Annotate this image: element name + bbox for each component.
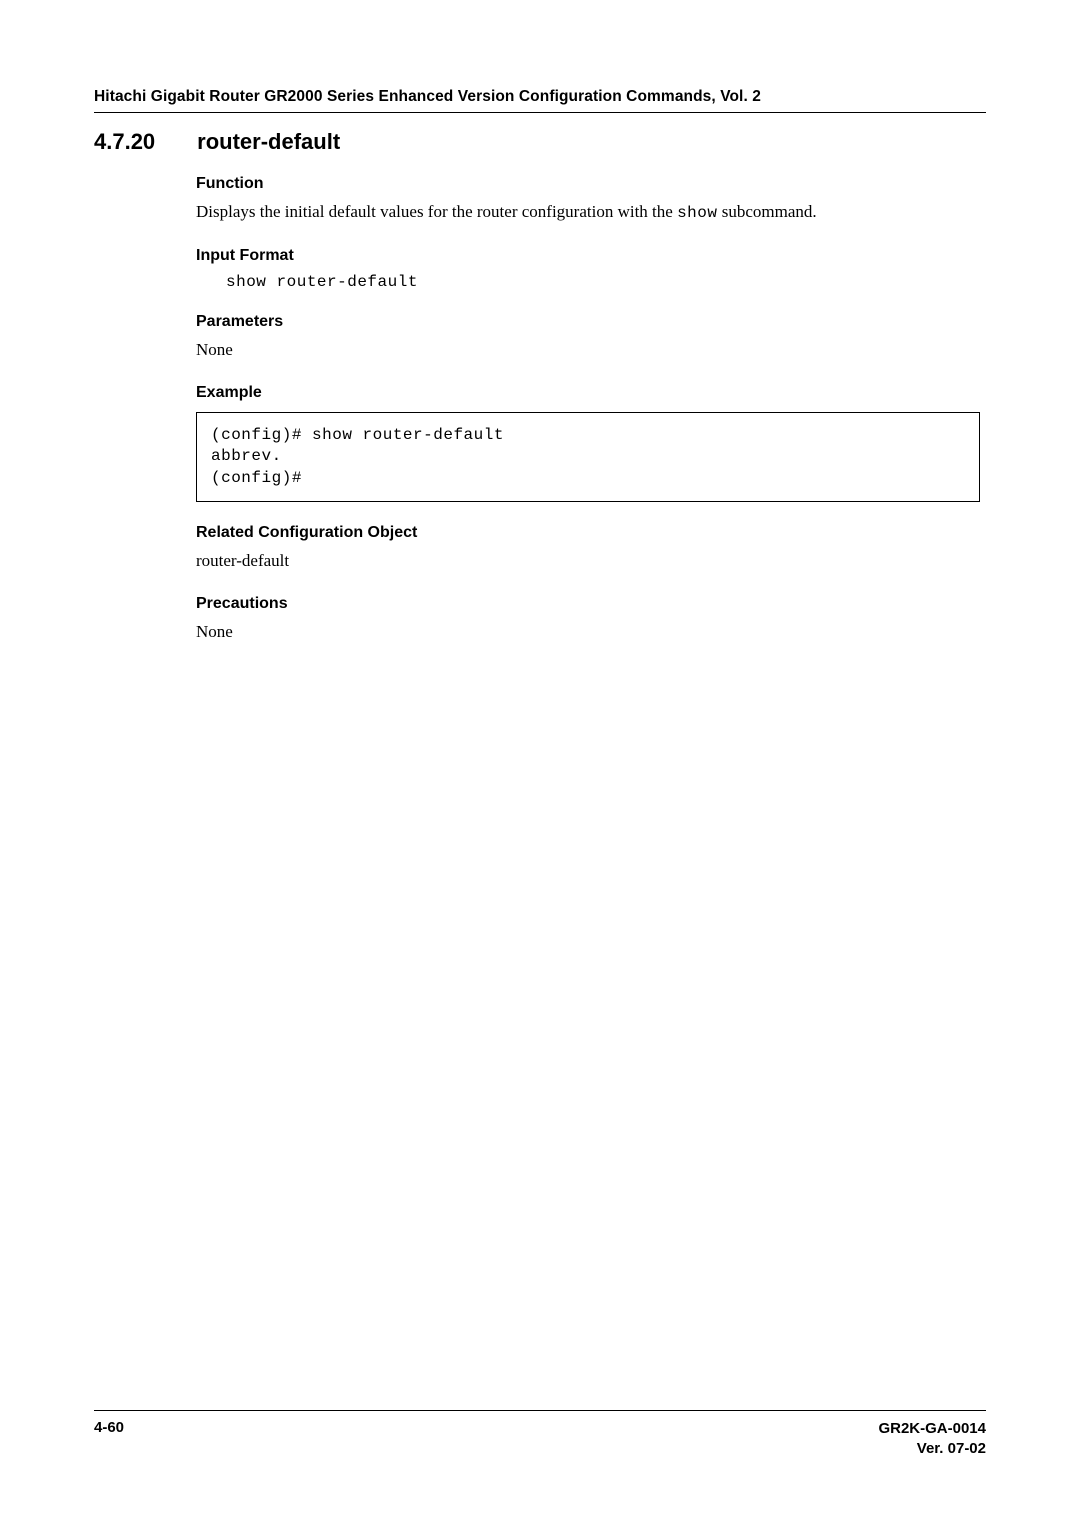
footer-doc-version: Ver. 07-02 xyxy=(878,1439,986,1459)
example-codeblock: (config)# show router-default abbrev. (c… xyxy=(196,412,980,503)
subhead-example: Example xyxy=(196,384,980,402)
subhead-related: Related Configuration Object xyxy=(196,524,980,542)
footer-doc-id: GR2K-GA-0014 xyxy=(878,1419,986,1439)
function-text-post: subcommand. xyxy=(717,202,816,221)
footer-doc-meta: GR2K-GA-0014 Ver. 07-02 xyxy=(878,1419,986,1458)
content-column: Function Displays the initial default va… xyxy=(196,171,980,644)
page-footer: 4-60 GR2K-GA-0014 Ver. 07-02 xyxy=(94,1410,986,1458)
section-number: 4.7.20 xyxy=(94,129,155,155)
subhead-parameters: Parameters xyxy=(196,313,980,331)
section-title: router-default xyxy=(197,129,340,155)
function-text-mono: show xyxy=(677,204,717,222)
subhead-input-format: Input Format xyxy=(196,247,980,265)
related-text: router-default xyxy=(196,550,980,573)
running-header: Hitachi Gigabit Router GR2000 Series Enh… xyxy=(94,88,986,113)
parameters-text: None xyxy=(196,339,980,362)
subhead-precautions: Precautions xyxy=(196,595,980,613)
page: Hitachi Gigabit Router GR2000 Series Enh… xyxy=(0,0,1080,1528)
precautions-text: None xyxy=(196,621,980,644)
section-heading: 4.7.20 router-default xyxy=(94,129,986,155)
footer-page-number: 4-60 xyxy=(94,1419,124,1458)
input-format-code: show router-default xyxy=(226,273,980,291)
function-text-pre: Displays the initial default values for … xyxy=(196,202,677,221)
subhead-function: Function xyxy=(196,175,980,193)
function-text: Displays the initial default values for … xyxy=(196,201,980,225)
